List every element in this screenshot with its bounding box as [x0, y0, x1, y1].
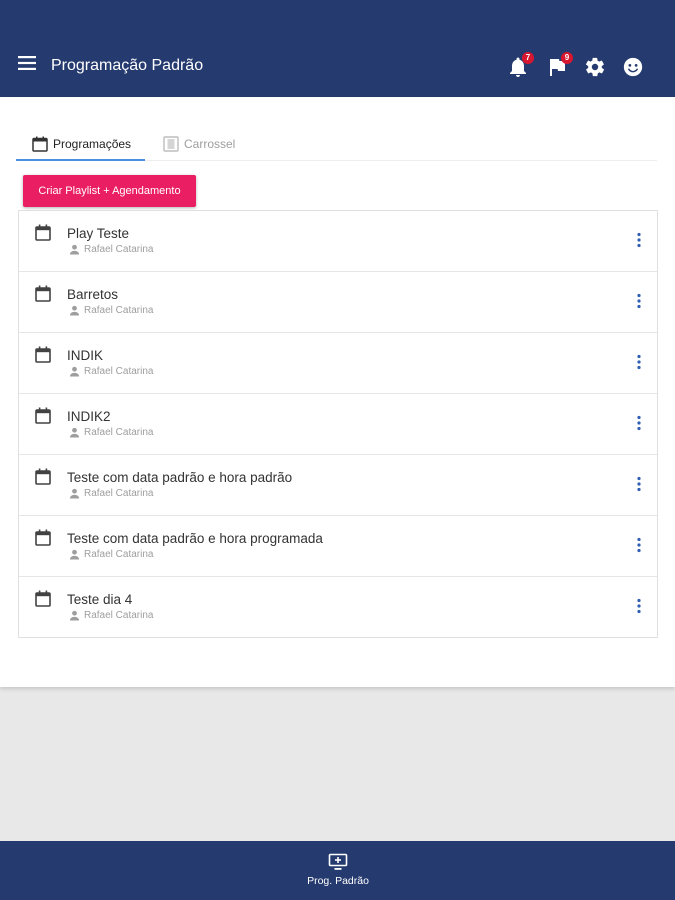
- owner-name: Rafael Catarina: [84, 427, 154, 438]
- list-item[interactable]: Teste dia 4 Rafael Catarina: [19, 577, 657, 637]
- item-owner: Rafael Catarina: [69, 488, 153, 499]
- person-icon: [69, 427, 80, 438]
- flags-button[interactable]: 9: [547, 52, 573, 80]
- calendar-icon: [35, 407, 51, 424]
- settings-button[interactable]: [584, 56, 608, 80]
- list-item[interactable]: INDIK2 Rafael Catarina: [19, 394, 657, 455]
- bottom-navigation: Prog. Padrão: [0, 841, 675, 900]
- item-title: INDIK: [67, 348, 104, 363]
- create-playlist-button[interactable]: Criar Playlist + Agendamento: [23, 175, 196, 207]
- menu-icon[interactable]: [18, 56, 40, 76]
- item-title: Play Teste: [67, 226, 130, 241]
- more-vert-icon[interactable]: [635, 232, 643, 248]
- carousel-icon: [163, 136, 179, 152]
- nav-item-label: Prog. Padrão: [307, 875, 369, 887]
- tab-carrossel[interactable]: Carrossel: [163, 127, 235, 161]
- list-item[interactable]: Play Teste Rafael Catarina: [19, 211, 657, 272]
- calendar-icon: [35, 468, 51, 485]
- calendar-icon: [35, 285, 51, 302]
- calendar-icon: [35, 529, 51, 546]
- calendar-icon: [32, 136, 48, 152]
- main-content: Programações Carrossel Criar Playlist + …: [0, 97, 675, 687]
- nav-item-prog-padrao[interactable]: Prog. Padrão: [287, 853, 389, 887]
- owner-name: Rafael Catarina: [84, 366, 154, 377]
- flags-badge: 9: [561, 52, 573, 64]
- tab-label: Carrossel: [184, 137, 236, 151]
- person-icon: [69, 610, 80, 621]
- item-title: Teste dia 4: [67, 592, 133, 607]
- schedule-list: Play Teste Rafael Catarina Barretos Rafael …: [18, 210, 658, 638]
- tab-programacoes[interactable]: Programações: [32, 127, 131, 161]
- more-vert-icon[interactable]: [635, 354, 643, 370]
- more-vert-icon[interactable]: [635, 293, 643, 309]
- more-vert-icon[interactable]: [635, 476, 643, 492]
- user-face-icon: [623, 57, 643, 77]
- more-vert-icon[interactable]: [635, 415, 643, 431]
- item-title: Teste com data padrão e hora programada: [67, 531, 323, 546]
- item-owner: Rafael Catarina: [69, 427, 153, 438]
- list-item[interactable]: Teste com data padrão e hora padrão Rafae…: [19, 455, 657, 516]
- person-icon: [69, 305, 80, 316]
- person-icon: [69, 366, 80, 377]
- app-bar: Programação Padrão 7 9: [0, 0, 675, 97]
- list-item[interactable]: Teste com data padrão e hora programada R…: [19, 516, 657, 577]
- notifications-button[interactable]: 7: [508, 52, 534, 80]
- item-title: Barretos: [67, 287, 119, 302]
- page-title: Programação Padrão: [51, 57, 204, 74]
- more-vert-icon[interactable]: [635, 537, 643, 553]
- list-item[interactable]: INDIK Rafael Catarina: [19, 333, 657, 394]
- item-owner: Rafael Catarina: [69, 366, 153, 377]
- notifications-badge: 7: [522, 52, 534, 64]
- person-icon: [69, 488, 80, 499]
- item-owner: Rafael Catarina: [69, 244, 153, 255]
- profile-button[interactable]: [622, 56, 646, 80]
- item-title: Teste com data padrão e hora padrão: [67, 470, 293, 485]
- calendar-icon: [35, 590, 51, 607]
- item-owner: Rafael Catarina: [69, 549, 153, 560]
- person-icon: [69, 244, 80, 255]
- owner-name: Rafael Catarina: [84, 549, 154, 560]
- list-item[interactable]: Barretos Rafael Catarina: [19, 272, 657, 333]
- person-icon: [69, 549, 80, 560]
- gear-icon: [585, 57, 605, 77]
- calendar-icon: [35, 224, 51, 241]
- item-owner: Rafael Catarina: [69, 305, 153, 316]
- owner-name: Rafael Catarina: [84, 610, 154, 621]
- monitor-add-icon: [328, 853, 348, 870]
- active-tab-indicator: [16, 159, 145, 161]
- calendar-icon: [35, 346, 51, 363]
- tabs-bar: Programações Carrossel: [16, 127, 657, 161]
- more-vert-icon[interactable]: [635, 598, 643, 614]
- item-owner: Rafael Catarina: [69, 610, 153, 621]
- owner-name: Rafael Catarina: [84, 244, 154, 255]
- tab-label: Programações: [53, 137, 132, 151]
- owner-name: Rafael Catarina: [84, 488, 154, 499]
- item-title: INDIK2: [67, 409, 111, 424]
- owner-name: Rafael Catarina: [84, 305, 154, 316]
